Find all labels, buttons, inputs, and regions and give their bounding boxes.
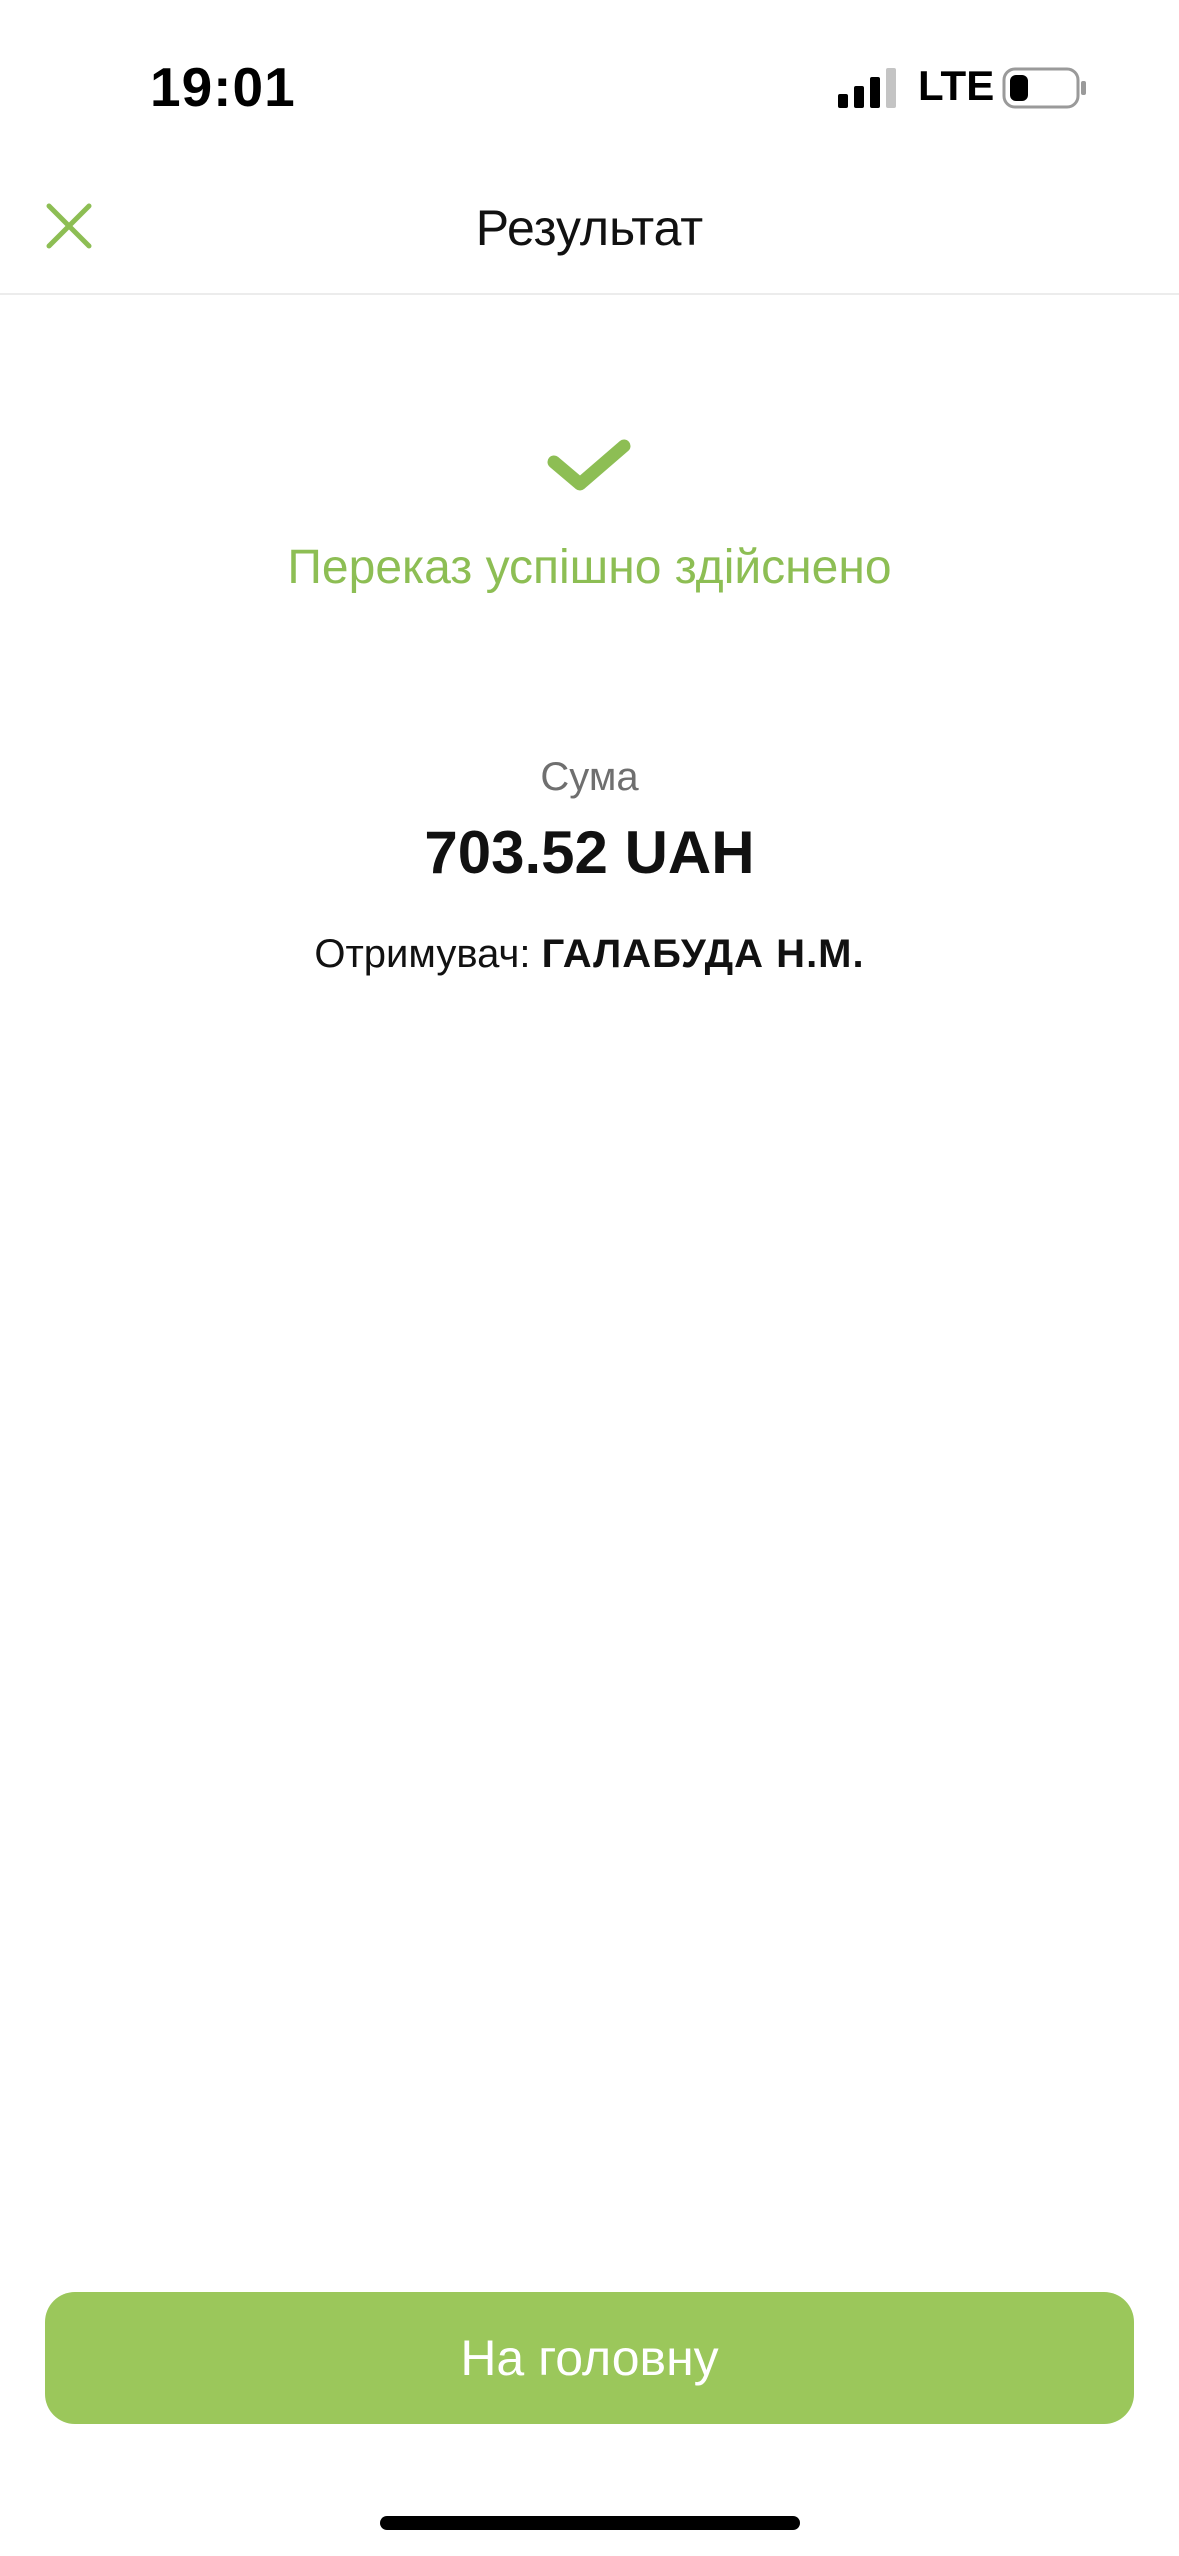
recipient-label: Отримувач: (314, 932, 542, 976)
amount-value: 703.52 UAH (424, 819, 755, 886)
status-bar: 19:01 LTE (0, 0, 1179, 175)
amount-label: Сума (540, 755, 639, 799)
checkmark-icon (547, 439, 631, 491)
network-label: LTE (918, 62, 995, 109)
home-indicator[interactable] (380, 2516, 800, 2530)
recipient-line: Отримувач: ГАЛАБУДА Н.М. (0, 932, 1179, 977)
home-button-label: На головну (460, 2330, 719, 2386)
battery-icon (1002, 67, 1086, 109)
nav-header: Результат (0, 175, 1179, 295)
cellular-signal-icon (838, 68, 896, 108)
home-button[interactable]: На головну (45, 2292, 1134, 2424)
success-message: Переказ успішно здійснено (287, 541, 892, 594)
status-time: 19:01 (150, 56, 296, 118)
page-title: Результат (475, 200, 704, 256)
recipient-name: ГАЛАБУДА Н.М. (541, 932, 865, 976)
